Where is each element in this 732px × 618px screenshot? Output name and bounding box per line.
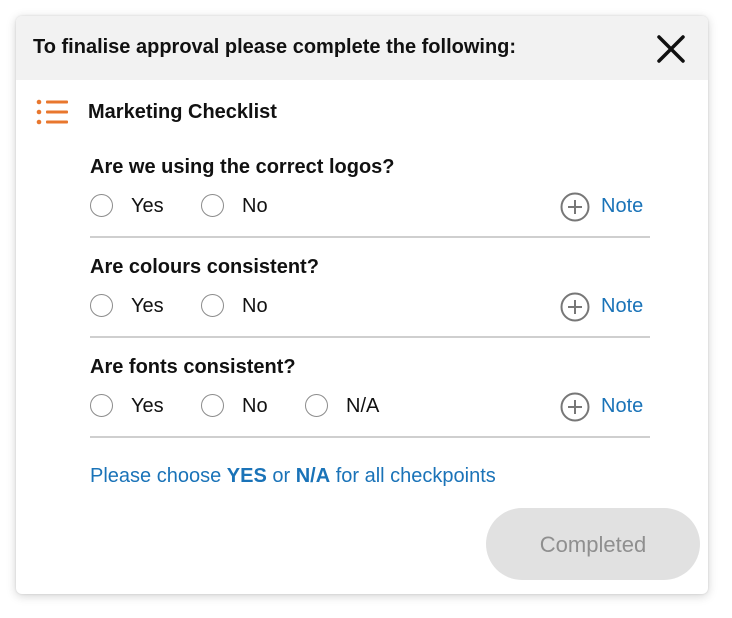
dialog-header: To finalise approval please complete the…: [16, 16, 708, 80]
hint-suffix: for all checkpoints: [330, 465, 496, 487]
dialog-title: To finalise approval please complete the…: [33, 36, 517, 58]
hint-na: N/A: [295, 465, 331, 487]
option-label: Yes: [131, 295, 164, 317]
option-label: No: [242, 195, 268, 217]
validation-hint: Please choose YES or N/A for all checkpo…: [90, 465, 496, 488]
divider: [90, 236, 650, 238]
approval-dialog: To finalise approval please complete the…: [16, 16, 708, 594]
radio-button[interactable]: [90, 194, 113, 217]
note-label: Note: [601, 295, 644, 317]
checklist-question: Are fonts consistent? Yes No N/A Note: [90, 356, 650, 456]
close-button[interactable]: [654, 32, 688, 66]
close-icon: [657, 35, 685, 63]
radio-button[interactable]: [90, 394, 113, 417]
hint-prefix: Please choose: [90, 465, 227, 487]
question-text: Are we using the correct logos?: [90, 156, 395, 178]
section-title: Marketing Checklist: [88, 101, 277, 123]
hint-middle: or: [266, 465, 296, 487]
list-icon: [36, 98, 70, 128]
radio-button[interactable]: [201, 294, 224, 317]
question-text: Are colours consistent?: [90, 256, 319, 278]
add-note-button[interactable]: Note: [560, 292, 652, 322]
divider: [90, 336, 650, 338]
divider: [90, 436, 650, 438]
radio-button[interactable]: [201, 394, 224, 417]
add-circle-icon: [560, 292, 590, 322]
note-label: Note: [601, 395, 644, 417]
option-label: Yes: [131, 195, 164, 217]
radio-button[interactable]: [201, 194, 224, 217]
radio-button[interactable]: [305, 394, 328, 417]
add-circle-icon: [560, 392, 590, 422]
option-label: N/A: [346, 395, 380, 417]
add-circle-icon: [560, 192, 590, 222]
option-label: No: [242, 395, 268, 417]
question-text: Are fonts consistent?: [90, 356, 296, 378]
add-note-button[interactable]: Note: [560, 392, 652, 422]
completed-button[interactable]: Completed: [486, 508, 700, 580]
option-label: Yes: [131, 395, 164, 417]
checklist-question: Are we using the correct logos? Yes No N…: [90, 156, 650, 256]
radio-button[interactable]: [90, 294, 113, 317]
add-note-button[interactable]: Note: [560, 192, 652, 222]
option-label: No: [242, 295, 268, 317]
checklist-question: Are colours consistent? Yes No Note: [90, 256, 650, 356]
note-label: Note: [601, 195, 644, 217]
hint-yes: YES: [226, 465, 267, 487]
